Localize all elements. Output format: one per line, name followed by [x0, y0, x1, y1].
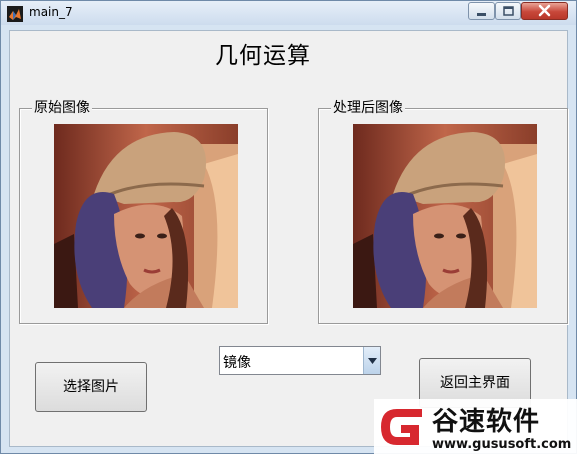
original-image — [54, 124, 238, 308]
figure-client-area: 几何运算 原始图像 处理后图像 镜像 选择图片 返回主界面 — [9, 30, 568, 447]
minimize-icon — [477, 13, 486, 16]
close-icon — [538, 4, 551, 17]
maximize-button[interactable] — [495, 2, 521, 20]
processed-image-panel: 处理后图像 — [318, 99, 568, 324]
matlab-logo-icon — [7, 6, 23, 22]
watermark-url: www.gususoft.com — [432, 437, 572, 452]
gusu-logo-icon — [377, 403, 427, 451]
processed-image-panel-title: 处理后图像 — [331, 99, 405, 117]
operation-select[interactable]: 镜像 — [219, 346, 381, 375]
title-bar[interactable]: main_7 — [1, 1, 576, 25]
maximize-icon — [503, 6, 514, 16]
select-image-button[interactable]: 选择图片 — [35, 362, 147, 412]
processed-image — [353, 124, 537, 308]
operation-select-value: 镜像 — [223, 355, 251, 371]
watermark: 谷速软件 www.gususoft.com — [374, 399, 577, 455]
app-window: main_7 几何运算 原始图像 处理后图像 镜像 选择图片 返回主界面 谷速软… — [0, 0, 577, 455]
page-title: 几何运算 — [215, 43, 311, 69]
operation-select-arrow[interactable] — [363, 347, 380, 374]
close-button[interactable] — [521, 2, 568, 20]
chevron-down-icon — [368, 358, 377, 364]
original-image-panel: 原始图像 — [19, 99, 268, 324]
watermark-name: 谷速软件 — [432, 407, 541, 437]
original-image-panel-title: 原始图像 — [32, 99, 92, 117]
minimize-button[interactable] — [468, 2, 495, 20]
window-title: main_7 — [29, 5, 73, 19]
